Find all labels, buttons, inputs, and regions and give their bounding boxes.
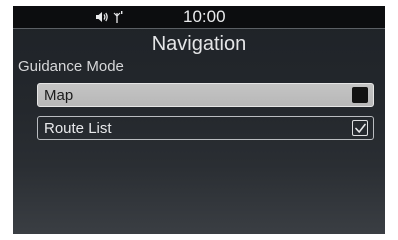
option-map[interactable]: Map	[37, 83, 374, 107]
option-route-list-checkbox[interactable]	[352, 120, 368, 136]
antenna-signal-icon	[113, 11, 123, 23]
checkmark-icon	[354, 123, 366, 133]
status-bar: 10:00	[13, 6, 385, 29]
option-map-label: Map	[44, 87, 74, 104]
clock: 10:00	[183, 7, 226, 26]
option-map-checkbox[interactable]	[352, 87, 368, 103]
status-icons	[95, 10, 123, 24]
option-route-list[interactable]: Route List	[37, 116, 374, 140]
infotainment-screen: 10:00 Navigation Guidance Mode Map Route…	[13, 6, 385, 234]
option-route-list-label: Route List	[44, 120, 112, 137]
speaker-volume-icon	[96, 12, 108, 22]
page-title: Navigation	[151, 33, 247, 55]
section-label-guidance-mode: Guidance Mode	[18, 58, 124, 75]
